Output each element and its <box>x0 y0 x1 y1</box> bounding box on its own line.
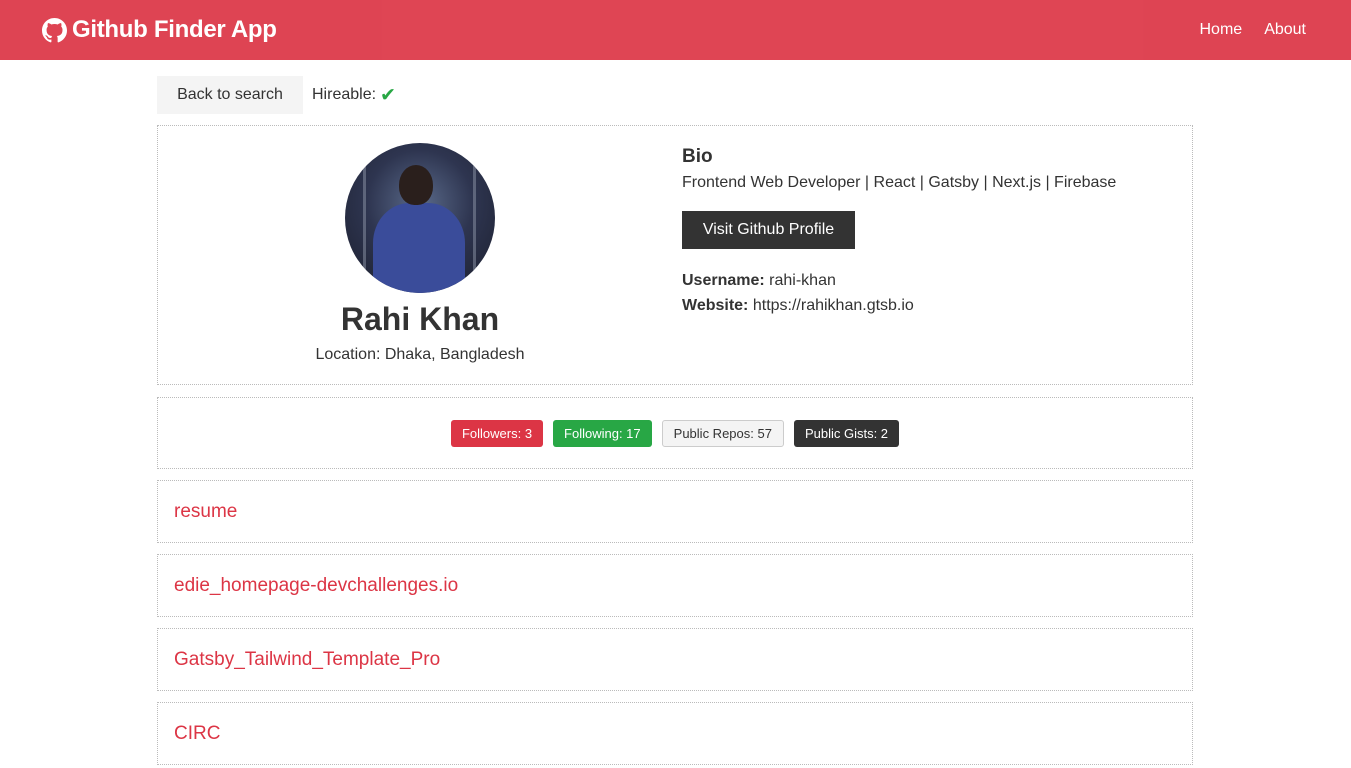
hireable-label: Hireable: <box>312 86 377 103</box>
nav-link-about[interactable]: About <box>1264 21 1306 39</box>
brand-title: Github Finder App <box>72 16 277 43</box>
repo-link[interactable]: resume <box>174 501 237 523</box>
profile-left: Rahi Khan Location: Dhaka, Bangladesh <box>158 126 682 384</box>
repo-item: edie_homepage-devchallenges.io <box>157 554 1193 617</box>
repo-link[interactable]: CIRC <box>174 723 220 745</box>
profile-card: Rahi Khan Location: Dhaka, Bangladesh Bi… <box>157 125 1193 385</box>
back-to-search-button[interactable]: Back to search <box>157 76 303 114</box>
public-gists-badge: Public Gists: 2 <box>793 419 900 447</box>
user-info: Username: rahi-khan Website: https://rah… <box>682 268 1116 318</box>
username-value: rahi-khan <box>769 272 836 289</box>
nav-link-home[interactable]: Home <box>1200 21 1243 39</box>
avatar <box>345 143 495 293</box>
website-label: Website: <box>682 297 749 314</box>
repo-item: resume <box>157 480 1193 543</box>
bio-text: Frontend Web Developer | React | Gatsby … <box>682 174 1117 191</box>
check-icon: ✔ <box>380 84 396 106</box>
user-name: Rahi Khan <box>340 301 500 337</box>
username-label: Username: <box>682 272 765 289</box>
nav-links: Home About <box>1200 21 1307 39</box>
hireable-status: Hireable: ✔ <box>312 86 396 105</box>
topbar: Back to search Hireable: ✔ <box>157 76 1193 114</box>
username-row: Username: rahi-khan <box>682 268 1116 293</box>
github-icon <box>42 17 67 43</box>
repo-item: Gatsby_Tailwind_Template_Pro <box>157 628 1193 691</box>
user-location: Location: Dhaka, Bangladesh <box>315 346 525 363</box>
profile-right: Bio Frontend Web Developer | React | Gat… <box>682 126 1116 384</box>
visit-github-profile-button[interactable]: Visit Github Profile <box>682 211 855 249</box>
brand[interactable]: Github Finder App <box>42 16 277 44</box>
following-badge: Following: 17 <box>553 419 652 447</box>
navbar: Github Finder App Home About <box>0 0 1351 60</box>
bio-title: Bio <box>682 146 713 167</box>
repo-link[interactable]: Gatsby_Tailwind_Template_Pro <box>174 649 440 671</box>
repo-link[interactable]: edie_homepage-devchallenges.io <box>174 575 458 597</box>
main-container: Back to search Hireable: ✔ Rahi Khan Loc… <box>157 76 1193 765</box>
public-repos-badge: Public Repos: 57 <box>661 419 784 447</box>
website-value: https://rahikhan.gtsb.io <box>752 297 914 314</box>
repo-item: CIRC <box>157 702 1193 765</box>
stats-card: Followers: 3 Following: 17 Public Repos:… <box>157 397 1193 469</box>
website-row: Website: https://rahikhan.gtsb.io <box>682 293 1116 318</box>
followers-badge: Followers: 3 <box>450 419 544 447</box>
